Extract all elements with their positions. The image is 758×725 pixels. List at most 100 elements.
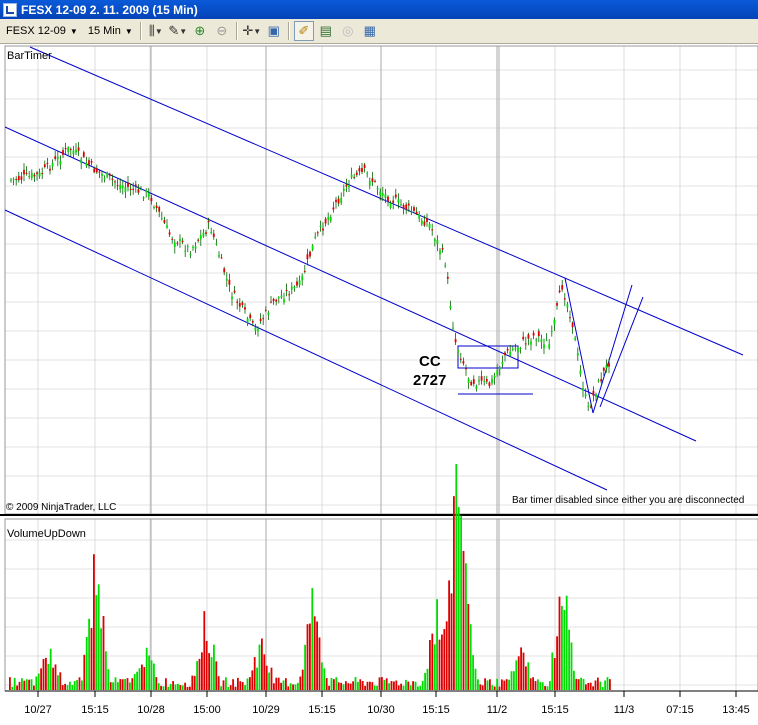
- chart-grid: [5, 46, 758, 691]
- volume-bar: [414, 681, 417, 690]
- price-bar-body: [397, 199, 400, 203]
- volume-bar: [61, 685, 64, 690]
- chart-svg[interactable]: BarTimer CC 2727 © 2009 NinjaTrader, LLC…: [0, 44, 758, 720]
- data-box-button[interactable]: ▦: [360, 21, 380, 41]
- price-bar-body: [67, 147, 70, 152]
- price-bar-body: [543, 344, 545, 349]
- price-bar-body: [478, 380, 480, 382]
- channel-middle-line[interactable]: [4, 126, 697, 442]
- volume-bar: [261, 638, 263, 690]
- volume-bar: [107, 669, 110, 690]
- volume-bar: [93, 554, 95, 690]
- zoom-out-button[interactable]: ⊖: [212, 21, 232, 41]
- volume-bar: [587, 682, 590, 690]
- axis-label: 15:15: [308, 704, 336, 716]
- price-bar-body: [569, 317, 571, 319]
- price-bar-body: [457, 350, 460, 352]
- price-bar-body: [314, 236, 317, 238]
- price-bar-body: [220, 257, 223, 259]
- range-box[interactable]: [457, 345, 519, 369]
- volume-bar: [501, 679, 503, 690]
- price-bar-body: [72, 150, 75, 155]
- volume-bar: [573, 670, 575, 690]
- volume-bar: [347, 683, 350, 690]
- volume-bar: [90, 628, 93, 690]
- crosshair-button[interactable]: ✛ ▼: [242, 21, 262, 41]
- volume-bar: [45, 657, 47, 690]
- rising-line-1[interactable]: [592, 284, 633, 414]
- price-bar-body: [56, 156, 59, 160]
- volume-bar: [129, 682, 131, 690]
- price-bar-body: [10, 179, 12, 181]
- price-bar-body: [485, 379, 488, 382]
- channel-upper-line[interactable]: [29, 46, 744, 356]
- data-box-icon: ▦: [363, 23, 376, 38]
- trend-channels[interactable]: [4, 46, 744, 491]
- price-bar-body: [251, 320, 254, 323]
- volume-bar: [433, 644, 436, 690]
- axis-label: 07:15: [666, 704, 694, 716]
- price-bar-body: [215, 243, 218, 245]
- price-bar-body: [420, 220, 423, 225]
- volume-bar: [496, 678, 498, 690]
- toolbar-separator: [139, 22, 142, 40]
- zoom-in-button[interactable]: ⊕: [190, 21, 210, 41]
- properties-button[interactable]: ▣: [264, 21, 284, 41]
- interval-selector[interactable]: 15 Min ▼: [84, 21, 137, 41]
- volume-bar: [373, 685, 376, 690]
- channel-lower-line[interactable]: [4, 209, 608, 491]
- price-bar-body: [446, 276, 449, 279]
- price-bar-body: [254, 327, 257, 331]
- strategies-button[interactable]: ▤: [316, 21, 336, 41]
- price-bar-body: [241, 302, 244, 305]
- volume-bar: [321, 662, 323, 690]
- chart-area[interactable]: BarTimer CC 2727 © 2009 NinjaTrader, LLC…: [0, 44, 758, 720]
- volume-bar: [208, 653, 210, 690]
- volume-bar: [11, 686, 14, 690]
- volume-bar: [441, 634, 443, 690]
- price-bar-body: [49, 168, 51, 171]
- volume-bar: [359, 679, 362, 690]
- falling-line[interactable]: [564, 277, 594, 414]
- rising-line-2[interactable]: [599, 296, 644, 408]
- price-bar-body: [259, 318, 262, 322]
- disabled-button[interactable]: ◎: [338, 21, 358, 41]
- volume-bar: [57, 675, 59, 690]
- volume-bar: [340, 682, 342, 690]
- price-bar-body: [137, 189, 140, 193]
- price-bar-body: [353, 176, 356, 178]
- annotation-cc[interactable]: CC: [419, 353, 441, 370]
- price-bar-body: [124, 187, 127, 193]
- volume-bar: [249, 677, 251, 690]
- indicators-button[interactable]: ✐: [293, 21, 314, 41]
- volume-bar: [54, 664, 57, 690]
- bar-type-button[interactable]: ⫼ ▼: [146, 21, 166, 41]
- volume-bar: [508, 679, 510, 690]
- status-message: Bar timer disabled since either you are …: [512, 495, 744, 506]
- volume-bar: [21, 678, 23, 690]
- price-bar-body: [225, 278, 228, 281]
- price-bar-body: [376, 187, 379, 190]
- volume-bar: [172, 681, 174, 690]
- price-bar-body: [324, 218, 327, 224]
- price-bar-body: [350, 174, 353, 178]
- volume-bar: [117, 682, 119, 690]
- volume-bar: [191, 675, 194, 690]
- volume-bar: [83, 654, 86, 690]
- price-bar-body: [574, 337, 577, 341]
- annotation-value[interactable]: 2727: [413, 372, 446, 389]
- volume-bar: [405, 679, 407, 690]
- volume-bar: [160, 685, 162, 690]
- volume-bar: [563, 609, 566, 690]
- volume-bar: [49, 648, 52, 690]
- volume-bar: [138, 668, 141, 690]
- axis-label: 11/3: [614, 704, 635, 716]
- volume-bar: [30, 679, 33, 690]
- volume-bar: [397, 685, 400, 690]
- instrument-selector[interactable]: FESX 12-09 ▼: [2, 21, 82, 41]
- price-bar-body: [59, 160, 62, 165]
- volume-bar: [217, 676, 220, 690]
- volume-bar: [184, 682, 186, 690]
- volume-bar: [35, 676, 38, 690]
- draw-tool-button[interactable]: ✎ ▼: [168, 21, 188, 41]
